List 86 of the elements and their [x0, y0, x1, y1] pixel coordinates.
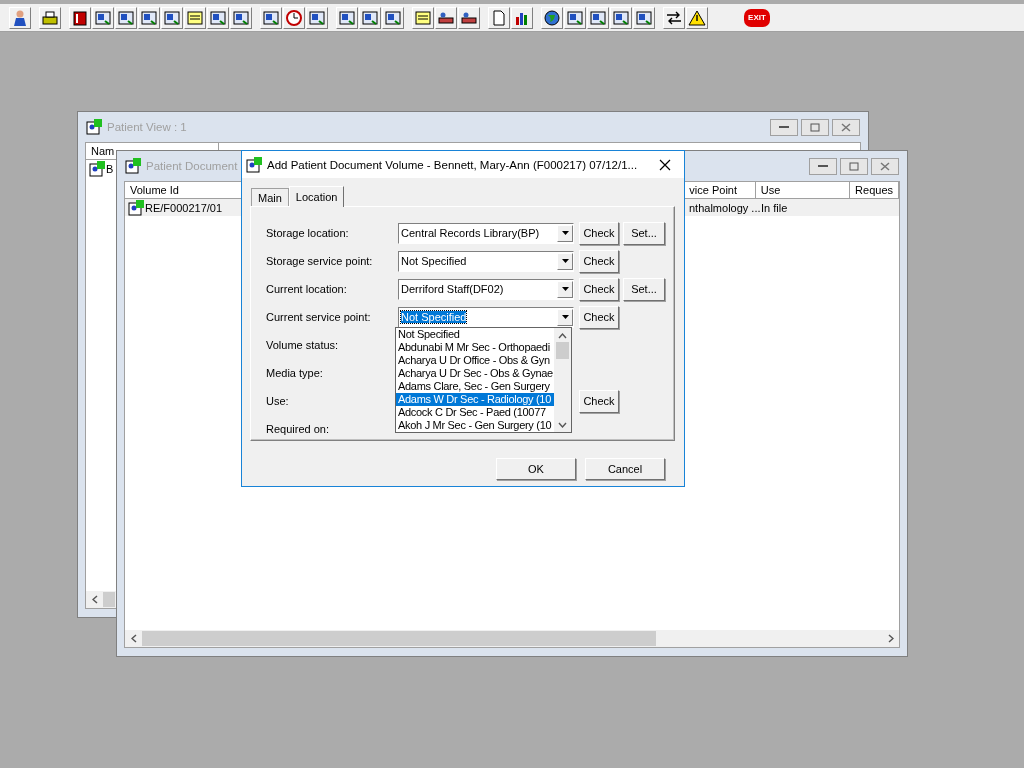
person-icon [11, 8, 29, 27]
toolbar-button[interactable] [69, 6, 91, 29]
check-button[interactable]: Check [579, 277, 619, 301]
scroll-down-icon[interactable] [558, 421, 567, 429]
window-title: Patient Document [146, 160, 238, 172]
table-cell: In file [761, 201, 788, 214]
combo-box[interactable]: Not Specified [398, 306, 574, 328]
minimize-icon [779, 125, 789, 129]
column-header[interactable]: Use [760, 184, 781, 196]
list-item[interactable]: Adams Clare, Sec - Gen Surgery [396, 380, 554, 393]
field-label: Current location: [266, 283, 348, 295]
page-icon [490, 8, 508, 27]
dropdown-arrow-icon[interactable] [561, 231, 569, 235]
toolbar-button[interactable] [663, 6, 685, 29]
close-icon [880, 161, 890, 171]
dropdown-arrow-icon[interactable] [561, 259, 569, 263]
field-label: Storage location: [266, 227, 350, 239]
dropdown-arrow-icon[interactable] [561, 287, 569, 291]
dialog-button[interactable]: OK [496, 458, 576, 480]
globe-icon [543, 8, 561, 27]
tab[interactable]: Location [288, 186, 345, 207]
list-item[interactable]: Adcock C Dr Sec - Paed (10077 [396, 406, 554, 419]
check-button[interactable]: Check [579, 389, 619, 413]
combo-box[interactable]: Not Specified [398, 250, 574, 272]
field-label: Media type: [266, 367, 324, 379]
field-label: Use: [266, 395, 290, 407]
exit-button[interactable]: EXIT [744, 6, 770, 29]
field-label: Current service point: [266, 311, 372, 323]
combo-box[interactable]: Central Records Library(BP) [398, 222, 574, 244]
dropdown-arrow-icon[interactable] [561, 315, 569, 319]
close-icon [659, 158, 671, 171]
field-label: Required on: [266, 423, 330, 435]
maximize-icon [849, 161, 859, 171]
toolbar-button[interactable] [9, 6, 31, 29]
scroll-up-icon[interactable] [558, 332, 567, 340]
maximize-icon [810, 122, 820, 132]
combo-box[interactable]: Derriford Staff(DF02) [398, 278, 574, 300]
list-item[interactable]: Acharya U Dr Office - Obs & Gyn [396, 354, 554, 367]
minimize-button[interactable] [809, 157, 837, 175]
minimize-button[interactable] [770, 118, 798, 136]
scroll-right-icon[interactable] [887, 634, 894, 643]
close-icon [841, 122, 851, 132]
list-item[interactable]: Abdunabi M Mr Sec - Orthopaedi [396, 341, 554, 354]
set-button[interactable]: Set... [623, 221, 665, 245]
warning-icon [688, 8, 706, 27]
column-header[interactable]: Nam [91, 145, 115, 157]
scroll-left-icon[interactable] [130, 634, 137, 643]
check-button[interactable]: Check [579, 305, 619, 329]
column-header[interactable]: Reques [855, 184, 893, 196]
window-title: Patient View : 1 [107, 121, 187, 133]
list-item[interactable]: Akoh J Mr Sec - Gen Surgery (10 [396, 419, 554, 432]
check-button[interactable]: Check [579, 249, 619, 273]
toolbar-button[interactable] [511, 6, 533, 29]
column-header[interactable]: vice Point [689, 184, 737, 196]
field-label: Storage service point: [266, 255, 374, 267]
table-cell: B [106, 162, 114, 175]
toolbar-button[interactable] [541, 6, 563, 29]
scroll-thumb[interactable] [142, 631, 656, 646]
toolbar-button[interactable] [39, 6, 61, 29]
book-icon [71, 8, 89, 27]
table-cell: nthalmology ... [689, 201, 761, 214]
minimize-icon [818, 164, 828, 168]
field-label: Volume status: [266, 339, 340, 351]
dialog-title: Add Patient Document Volume - Bennett, Mary-Ann (F000217) 07/12/1... [267, 158, 638, 171]
clock-icon [285, 8, 303, 27]
check-button[interactable]: Check [579, 221, 619, 245]
list-item[interactable]: Adams W Dr Sec - Radiology (10 [396, 393, 554, 406]
note-icon [186, 8, 204, 27]
table-cell: RE/F000217/01 [145, 201, 223, 214]
printer-icon [41, 8, 59, 27]
list-item[interactable]: Acharya U Dr Sec - Obs & Gynae [396, 367, 554, 380]
vertical-scrollbar[interactable] [554, 328, 571, 432]
tab[interactable]: Main [251, 188, 289, 206]
scroll-thumb[interactable] [103, 592, 115, 607]
toolbar-button[interactable] [686, 6, 708, 29]
scroll-thumb[interactable] [556, 342, 569, 359]
toolbar-button[interactable] [283, 6, 305, 29]
toolbar-button[interactable] [458, 6, 480, 29]
set-button[interactable]: Set... [623, 277, 665, 301]
note-icon [414, 8, 432, 27]
horizontal-scrollbar[interactable] [125, 630, 899, 647]
toolbar-button[interactable] [435, 6, 457, 29]
list-item[interactable]: Not Specified [396, 328, 554, 341]
column-header[interactable]: Volume Id [130, 184, 179, 196]
scroll-left-icon[interactable] [91, 595, 98, 604]
dialog-button[interactable]: Cancel [585, 458, 665, 480]
